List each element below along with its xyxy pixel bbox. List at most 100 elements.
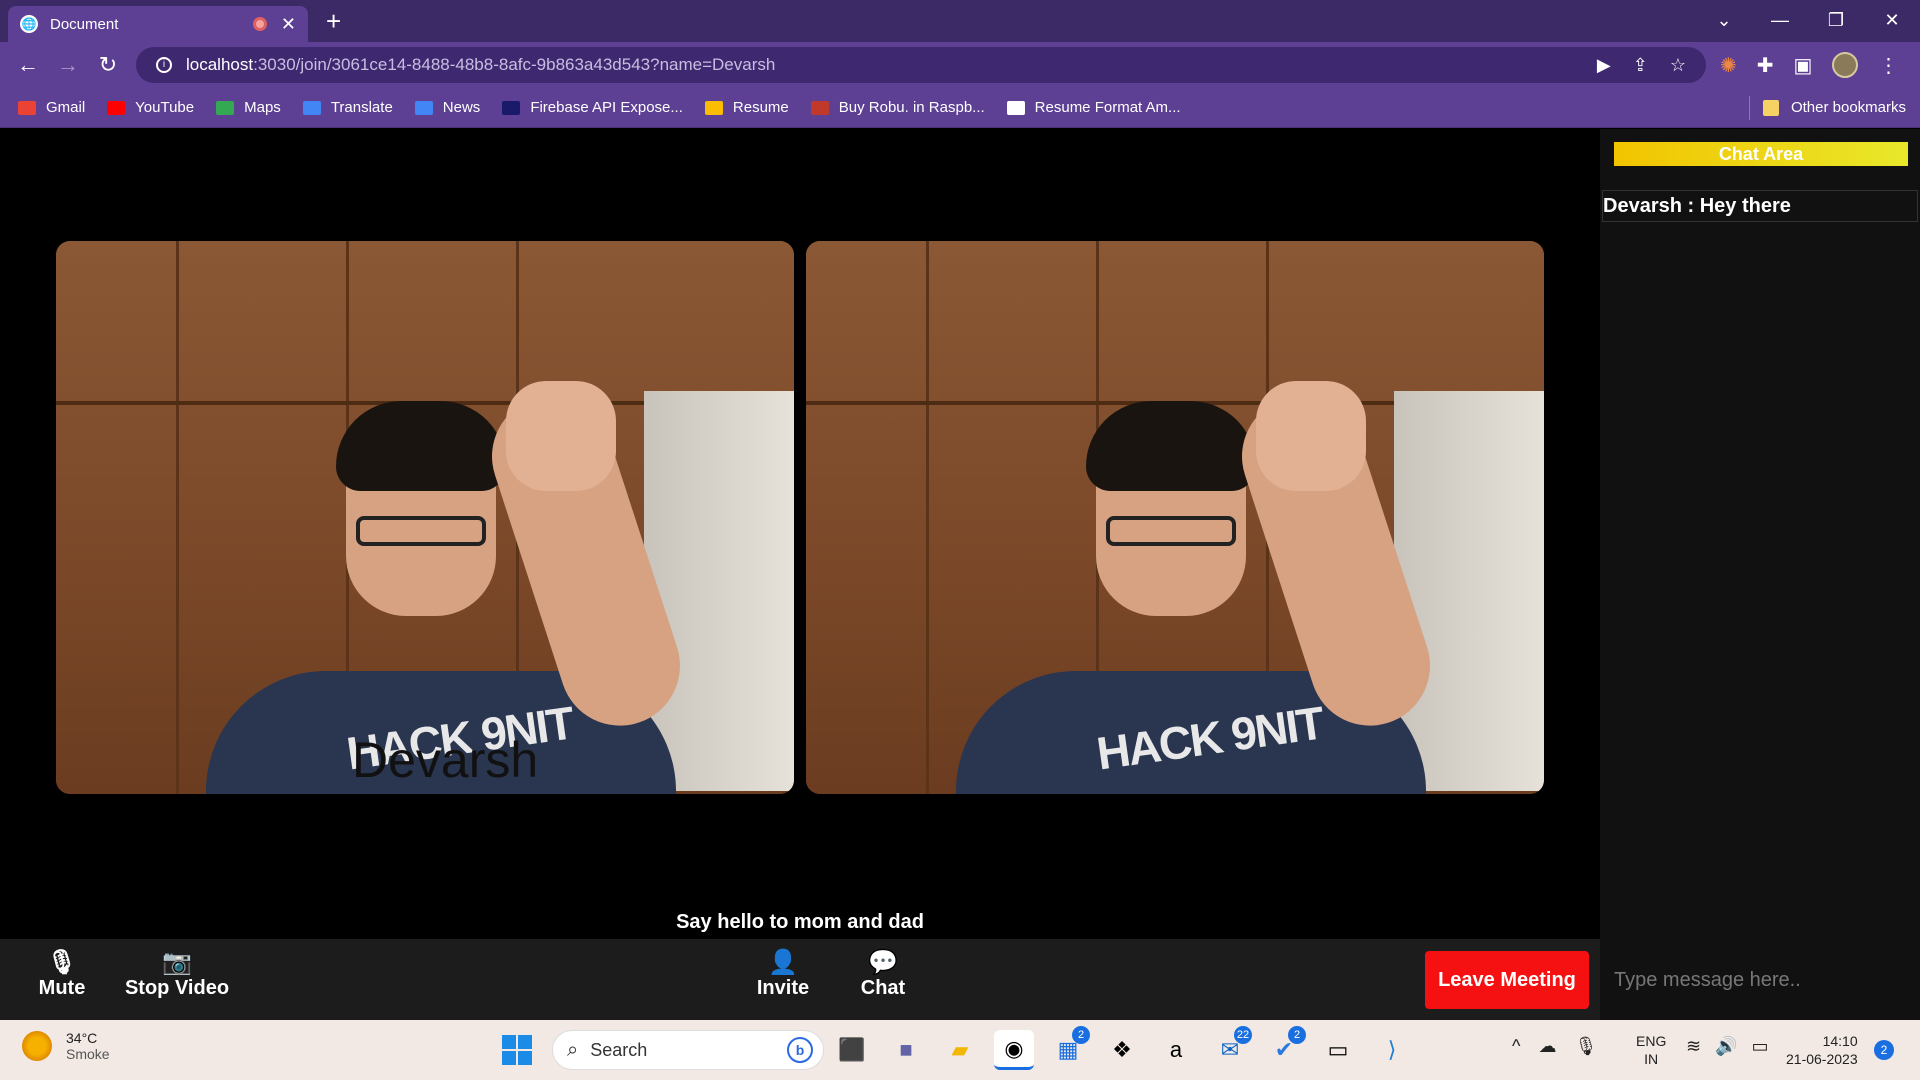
search-icon: ⌕ xyxy=(567,1038,579,1061)
bookmark-label: News xyxy=(442,99,481,116)
dropbox-icon[interactable]: ❖ xyxy=(1102,1030,1142,1070)
mic-off-icon: 🎙 xyxy=(46,949,78,976)
menu-kebab-icon[interactable]: ⋮ xyxy=(1878,53,1898,78)
tab-title: Document xyxy=(50,15,119,33)
minimize-button[interactable]: — xyxy=(1752,0,1808,42)
toolbar-extensions: ✺ ✚ ▣ ⋮ xyxy=(1720,52,1898,78)
clock-date: 21-06-2023 xyxy=(1786,1051,1858,1067)
system-tray: ^ ☁ 🎙 xyxy=(1512,1036,1597,1057)
weather-widget[interactable]: 34°C Smoke xyxy=(22,1030,110,1062)
video-off-icon: 📷 xyxy=(162,949,192,976)
url-path: :3030/join/3061ce14-8488-48b8-8afc-9b863… xyxy=(253,55,776,74)
reload-button[interactable]: ↻ xyxy=(88,52,128,78)
chat-message-input[interactable] xyxy=(1614,962,1908,998)
bookmark-item[interactable]: Resume Format Am... xyxy=(1006,99,1181,116)
bookmark-item[interactable]: Firebase API Expose... xyxy=(502,99,683,116)
bookmark-label: Resume xyxy=(732,99,789,116)
close-tab-icon[interactable]: ✕ xyxy=(281,14,296,35)
tab-search-icon[interactable]: ⌄ xyxy=(1696,0,1752,42)
volume-icon: 🔊 xyxy=(1715,1036,1738,1056)
bookmark-item[interactable]: Maps xyxy=(216,99,281,116)
bookmark-favicon-icon xyxy=(502,100,521,115)
todo-icon[interactable]: ✔ 2 xyxy=(1264,1026,1306,1070)
vscode-icon[interactable]: ⟩ xyxy=(1372,1030,1412,1070)
start-button[interactable] xyxy=(502,1035,532,1065)
bookmark-item[interactable]: Translate xyxy=(302,99,393,116)
bookmark-label: Resume Format Am... xyxy=(1034,99,1181,116)
bookmark-item[interactable]: Resume xyxy=(704,99,789,116)
meeting-caption: Say hello to mom and dad xyxy=(676,911,924,933)
bookmark-label: Firebase API Expose... xyxy=(530,99,683,116)
clock-time: 14:10 xyxy=(1822,1033,1858,1049)
hazy-sun-icon xyxy=(22,1031,52,1061)
wifi-icon: ≋ xyxy=(1686,1036,1702,1056)
notification-badge[interactable]: 2 xyxy=(1874,1040,1894,1060)
bookmark-item[interactable]: YouTube xyxy=(107,99,194,116)
bookmark-favicon-icon xyxy=(216,100,235,115)
forward-button[interactable]: → xyxy=(48,52,88,78)
bookmark-star-icon[interactable]: ☆ xyxy=(1670,55,1686,76)
stop-video-button[interactable]: 📷 Stop Video xyxy=(122,949,232,1000)
back-button[interactable]: ← xyxy=(8,52,48,78)
profile-avatar[interactable] xyxy=(1832,52,1859,78)
restore-button[interactable]: ❐ xyxy=(1808,0,1864,42)
chrome-icon[interactable]: ◉ xyxy=(994,1030,1034,1070)
bookmark-label: Buy Robu. in Raspb... xyxy=(838,99,985,116)
chat-panel: Chat Area Devarsh : Hey there xyxy=(1600,129,1920,1020)
bookmark-item[interactable]: News xyxy=(414,99,481,116)
chat-label: Chat xyxy=(860,977,906,999)
camera-icon[interactable]: ▶ xyxy=(1597,55,1611,76)
color-wheel-extension-icon[interactable]: ✺ xyxy=(1720,53,1737,78)
terminal-icon[interactable]: ▭ xyxy=(1318,1030,1358,1070)
puzzle-extensions-icon[interactable]: ✚ xyxy=(1757,53,1774,78)
share-icon[interactable]: ⇪ xyxy=(1633,55,1648,76)
bookmark-favicon-icon xyxy=(1006,100,1025,115)
store-icon[interactable]: ▦ 2 xyxy=(1048,1026,1090,1070)
bookmark-item[interactable]: Gmail xyxy=(18,99,85,116)
meeting-controls-bar: 🎙 Mute 📷 Stop Video 👤 Invite 💬 Chat Leav… xyxy=(0,939,1600,1020)
new-tab-button[interactable]: + xyxy=(326,6,341,37)
browser-tab-strip: 🌐 Document ✕ + ⌄ — ❐ ✕ xyxy=(0,0,1920,42)
stop-video-label: Stop Video xyxy=(124,977,230,999)
chevron-up-icon[interactable]: ^ xyxy=(1512,1036,1520,1057)
taskbar-apps: ⬛ ■ ▰ ◉ ▦ 2 ❖ a ✉ 22 ✔ 2 ▭ ⟩ xyxy=(832,1026,1412,1070)
url-host: localhost xyxy=(186,55,254,74)
bookmark-item[interactable]: Buy Robu. in Raspb... xyxy=(810,99,985,116)
amazon-icon[interactable]: a xyxy=(1156,1030,1196,1070)
other-bookmarks[interactable]: Other bookmarks xyxy=(1762,99,1906,116)
file-explorer-icon[interactable]: ▰ xyxy=(940,1030,980,1070)
language-indicator[interactable]: ENG IN xyxy=(1636,1032,1666,1068)
bookmarks-separator xyxy=(1749,96,1750,120)
video-tile-self: HACK 9NIT xyxy=(806,241,1544,794)
clock[interactable]: 14:10 21-06-2023 xyxy=(1786,1032,1858,1068)
task-view-icon[interactable]: ⬛ xyxy=(832,1030,872,1070)
store-badge: 2 xyxy=(1072,1026,1090,1044)
bookmark-favicon-icon xyxy=(414,100,433,115)
quick-settings[interactable]: ≋ 🔊 ▭ xyxy=(1686,1036,1769,1057)
todo-badge: 2 xyxy=(1288,1026,1306,1044)
site-info-icon[interactable]: i xyxy=(156,57,172,73)
omnibox-actions: ▶ ⇪ ☆ xyxy=(1597,55,1686,76)
lang-top: ENG xyxy=(1636,1033,1667,1049)
close-window-button[interactable]: ✕ xyxy=(1864,0,1920,42)
address-bar[interactable]: i localhost:3030/join/3061ce14-8488-48b8… xyxy=(136,47,1706,83)
lang-bottom: IN xyxy=(1644,1051,1659,1067)
meeting-app: HACK 9NIT Devarsh HACK 9NIT Say hello to… xyxy=(0,129,1920,1020)
invite-button[interactable]: 👤 Invite xyxy=(748,949,818,1000)
side-panel-icon[interactable]: ▣ xyxy=(1794,53,1813,78)
mute-button[interactable]: 🎙 Mute xyxy=(30,949,94,1000)
globe-icon: 🌐 xyxy=(20,15,38,33)
leave-meeting-button[interactable]: Leave Meeting xyxy=(1425,951,1589,1009)
microphone-icon[interactable]: 🎙 xyxy=(1574,1036,1597,1057)
weather-temp: 34°C xyxy=(66,1030,98,1046)
outlook-icon[interactable]: ✉ 22 xyxy=(1210,1026,1252,1070)
bing-icon[interactable]: b xyxy=(787,1037,813,1063)
invite-label: Invite xyxy=(756,977,810,999)
teams-chat-icon[interactable]: ■ xyxy=(886,1030,926,1070)
browser-tab[interactable]: 🌐 Document ✕ xyxy=(8,6,308,42)
taskbar-search[interactable]: ⌕ Search b xyxy=(552,1030,824,1070)
chat-button[interactable]: 💬 Chat xyxy=(856,949,910,1000)
weather-desc: Smoke xyxy=(66,1046,110,1062)
onedrive-icon[interactable]: ☁ xyxy=(1538,1036,1556,1057)
windows-taskbar: 34°C Smoke ⌕ Search b ⬛ ■ ▰ ◉ ▦ 2 ❖ a ✉ 22… xyxy=(0,1020,1920,1080)
